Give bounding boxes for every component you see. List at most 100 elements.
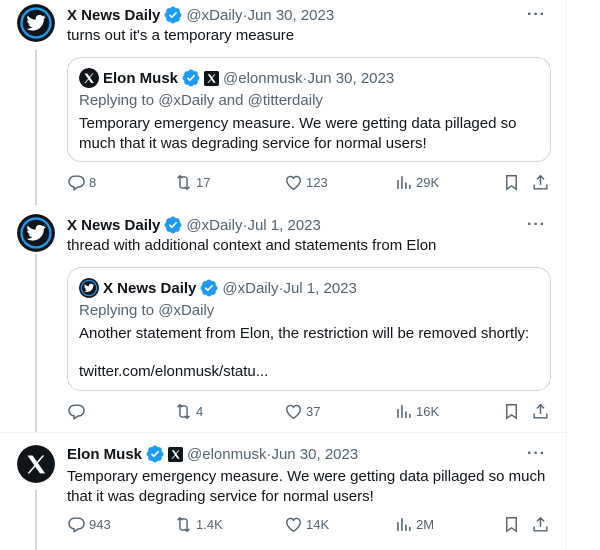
quoted-tweet-date: Jun 30, 2023 bbox=[307, 69, 395, 87]
author-handle[interactable]: @elonmusk bbox=[187, 446, 266, 463]
verified-badge-icon bbox=[182, 69, 200, 87]
quoted-author-name: X News Daily bbox=[103, 279, 197, 297]
quoted-author-handle: @xDaily bbox=[222, 279, 279, 297]
repost-icon bbox=[174, 402, 193, 421]
tweet-actions: 943 1.4K 14K 2M bbox=[67, 515, 557, 537]
replying-to-line: Replying to @xDaily bbox=[79, 302, 214, 319]
x-news-avatar-icon bbox=[79, 278, 99, 298]
repost-icon bbox=[174, 515, 193, 534]
quoted-author-handle: @elonmusk bbox=[223, 69, 303, 87]
bookmark-button[interactable] bbox=[502, 515, 521, 534]
share-button[interactable] bbox=[531, 173, 550, 192]
reply-icon bbox=[67, 402, 86, 421]
quoted-tweet[interactable]: X News Daily @xDaily · Jul 1, 2023 Reply… bbox=[67, 267, 551, 391]
more-icon[interactable]: ··· bbox=[527, 6, 546, 24]
timeline-right-border bbox=[566, 0, 567, 550]
repost-count: 4 bbox=[196, 404, 204, 419]
more-icon[interactable]: ··· bbox=[527, 445, 546, 463]
replying-prefix: Replying to bbox=[79, 92, 159, 109]
repost-button[interactable]: 17 bbox=[174, 173, 210, 192]
repost-icon bbox=[174, 173, 193, 192]
tweet-text: Temporary emergency measure. We were get… bbox=[67, 468, 546, 505]
quoted-tweet[interactable]: Elon Musk @elonmusk · Jun 30, 2023 Reply… bbox=[67, 57, 551, 162]
share-icon bbox=[531, 173, 550, 192]
views-count: 2M bbox=[416, 517, 435, 532]
like-button[interactable]: 14K bbox=[284, 515, 329, 534]
tweet[interactable]: X News Daily @xDaily · Jun 30, 2023 ··· … bbox=[0, 0, 566, 205]
like-button[interactable]: 37 bbox=[284, 402, 320, 421]
tweet-date[interactable]: Jun 30, 2023 bbox=[247, 7, 334, 24]
author-name[interactable]: Elon Musk bbox=[67, 446, 142, 463]
author-handle[interactable]: @xDaily bbox=[186, 7, 242, 24]
reply-count: 943 bbox=[89, 517, 111, 532]
x-affiliate-badge-icon bbox=[204, 71, 219, 86]
tweet-date[interactable]: Jul 1, 2023 bbox=[247, 217, 320, 234]
replying-to-line: Replying to @xDaily and @titterdaily bbox=[79, 92, 323, 109]
verified-badge-icon bbox=[164, 6, 182, 24]
views-icon bbox=[394, 402, 413, 421]
repost-count: 17 bbox=[196, 175, 211, 190]
views-button[interactable]: 29K bbox=[394, 173, 439, 192]
quoted-tweet-text: Another statement from Elon, the restric… bbox=[79, 325, 530, 342]
share-button[interactable] bbox=[531, 515, 550, 534]
replying-prefix: Replying to bbox=[79, 302, 159, 319]
x-news-avatar-icon[interactable] bbox=[17, 4, 55, 42]
tweet-text: turns out it's a temporary measure bbox=[67, 27, 295, 44]
replying-to-handles[interactable]: @xDaily bbox=[158, 302, 214, 319]
share-button[interactable] bbox=[531, 402, 550, 421]
reply-button[interactable]: 943 bbox=[67, 515, 111, 534]
repost-button[interactable]: 1.4K bbox=[174, 515, 223, 534]
views-count: 29K bbox=[416, 175, 440, 190]
tweet-header: X News Daily @xDaily · Jun 30, 2023 bbox=[67, 4, 556, 26]
tweet[interactable]: Elon Musk @elonmusk · Jun 30, 2023 ··· T… bbox=[0, 433, 566, 550]
tweet-actions: 4 37 16K bbox=[67, 402, 557, 424]
bookmark-icon bbox=[502, 173, 521, 192]
views-button[interactable]: 16K bbox=[394, 402, 439, 421]
x-logo-avatar-icon[interactable] bbox=[17, 445, 55, 483]
author-name[interactable]: X News Daily bbox=[67, 7, 160, 24]
views-count: 16K bbox=[416, 404, 440, 419]
tweet-date[interactable]: Jun 30, 2023 bbox=[271, 446, 358, 463]
tweet-actions: 8 17 123 29K bbox=[67, 173, 557, 195]
share-icon bbox=[531, 402, 550, 421]
like-count: 37 bbox=[306, 404, 321, 419]
replying-to-handles[interactable]: @xDaily and @titterdaily bbox=[158, 92, 323, 109]
more-icon[interactable]: ··· bbox=[527, 216, 546, 234]
x-affiliate-badge-icon bbox=[168, 447, 183, 462]
author-name[interactable]: X News Daily bbox=[67, 217, 160, 234]
tweet-header: X News Daily @xDaily · Jul 1, 2023 bbox=[67, 214, 556, 236]
quoted-author-name: Elon Musk bbox=[103, 69, 179, 87]
tweet[interactable]: X News Daily @xDaily · Jul 1, 2023 ··· t… bbox=[0, 205, 566, 432]
views-icon bbox=[394, 515, 413, 534]
share-icon bbox=[531, 515, 550, 534]
reply-button[interactable]: 8 bbox=[67, 173, 96, 192]
bookmark-icon bbox=[502, 515, 521, 534]
like-icon bbox=[284, 402, 303, 421]
reply-button[interactable] bbox=[67, 402, 89, 421]
like-button[interactable]: 123 bbox=[284, 173, 328, 192]
like-icon bbox=[284, 515, 303, 534]
bookmark-button[interactable] bbox=[502, 173, 521, 192]
quoted-tweet-text: Temporary emergency measure. We were get… bbox=[79, 115, 517, 152]
quoted-tweet-header: X News Daily @xDaily · Jul 1, 2023 bbox=[79, 277, 357, 299]
views-button[interactable]: 2M bbox=[394, 515, 434, 534]
bookmark-icon bbox=[502, 402, 521, 421]
verified-badge-icon bbox=[200, 279, 218, 297]
views-icon bbox=[394, 173, 413, 192]
reply-icon bbox=[67, 515, 86, 534]
like-icon bbox=[284, 173, 303, 192]
x-news-avatar-icon[interactable] bbox=[17, 214, 55, 252]
x-logo-avatar-icon bbox=[79, 68, 99, 88]
reply-icon bbox=[67, 173, 86, 192]
quoted-tweet-link[interactable]: twitter.com/elonmusk/statu... bbox=[79, 362, 538, 382]
like-count: 14K bbox=[306, 517, 330, 532]
reply-count: 8 bbox=[89, 175, 97, 190]
verified-badge-icon bbox=[146, 445, 164, 463]
tweet-header: Elon Musk @elonmusk · Jun 30, 2023 bbox=[67, 443, 556, 465]
quoted-tweet-header: Elon Musk @elonmusk · Jun 30, 2023 bbox=[79, 67, 394, 89]
tweet-text: thread with additional context and state… bbox=[67, 237, 437, 254]
repost-button[interactable]: 4 bbox=[174, 402, 203, 421]
bookmark-button[interactable] bbox=[502, 402, 521, 421]
quoted-tweet-date: Jul 1, 2023 bbox=[283, 279, 357, 297]
author-handle[interactable]: @xDaily bbox=[186, 217, 242, 234]
